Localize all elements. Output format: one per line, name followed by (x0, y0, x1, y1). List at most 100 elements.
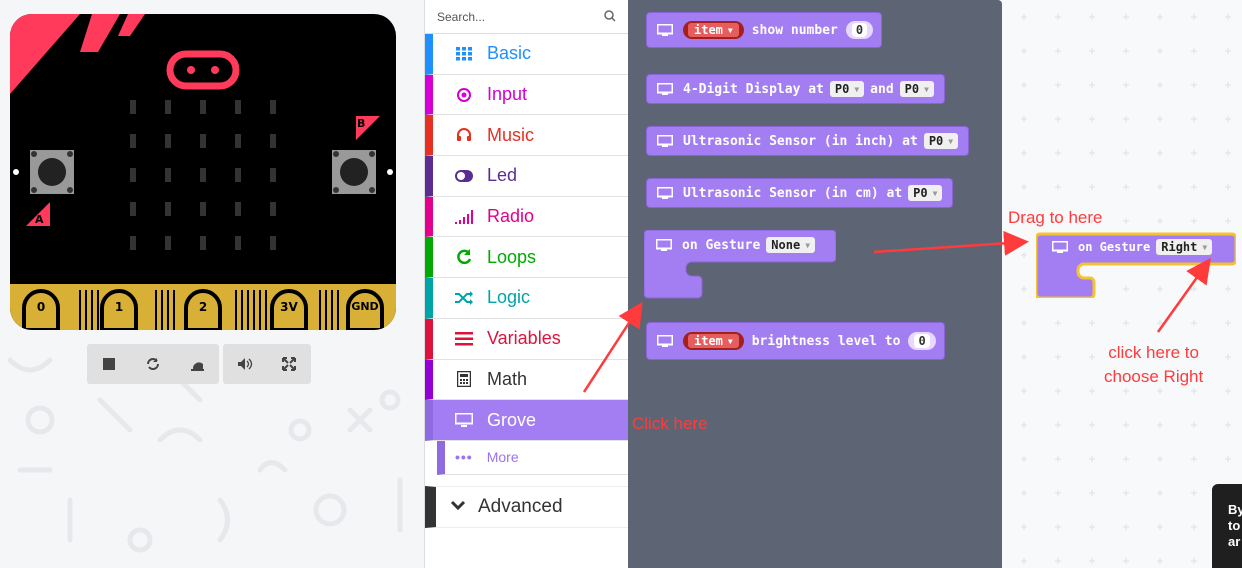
pin-label-gnd: GND (351, 300, 379, 313)
toolbox: Basic Input Music Led Radio Loops Logic (424, 0, 628, 568)
monitor-icon (657, 187, 673, 199)
category-logic[interactable]: Logic (425, 278, 628, 319)
expand-icon[interactable] (267, 344, 311, 384)
number-input-wrap: 0 (908, 332, 936, 350)
category-more[interactable]: ••• More (437, 440, 628, 475)
number-input[interactable]: 0 (851, 23, 868, 37)
category-radio[interactable]: Radio (425, 196, 628, 238)
lines-icon (453, 331, 475, 346)
pin-dropdown[interactable]: P0 ▼ (908, 185, 943, 201)
headphones-icon (453, 127, 475, 143)
annotation-click-here: Click here (632, 414, 708, 433)
gesture-dropdown[interactable]: None ▼ (766, 237, 816, 253)
category-math[interactable]: Math (425, 359, 628, 401)
category-label: Math (487, 368, 528, 389)
monitor-icon (656, 239, 672, 251)
gesture-dropdown-right[interactable]: Right ▼ (1156, 239, 1213, 255)
simulator-view-controls (223, 344, 311, 384)
item-variable[interactable]: item ▼ (683, 332, 744, 350)
shuffle-icon (453, 290, 475, 305)
number-input[interactable]: 0 (914, 334, 930, 348)
block-text: on Gesture (1078, 240, 1151, 254)
category-label: Led (487, 165, 518, 186)
target-icon (453, 87, 475, 103)
ellipsis-icon: ••• (455, 449, 473, 466)
category-loops[interactable]: Loops (425, 237, 628, 279)
category-label: Variables (487, 328, 561, 349)
pin-dropdown[interactable]: P0 ▼ (923, 133, 959, 149)
category-variables[interactable]: Variables (425, 318, 628, 360)
speaker-icon[interactable] (223, 344, 267, 384)
button-a-label: A (35, 213, 44, 226)
annotation-choose-right: click here to choose Right (1104, 343, 1204, 386)
loop-icon (453, 249, 475, 265)
category-advanced[interactable]: Advanced (425, 486, 628, 528)
block-show-number[interactable]: item ▼ show number 0 (646, 12, 883, 48)
number-input-wrap: 0 (845, 21, 874, 39)
signal-icon (453, 209, 475, 224)
block-ultrasonic-cm[interactable]: Ultrasonic Sensor (in cm) at P0 ▼ (646, 178, 954, 208)
workspace-block-on-gesture[interactable]: on Gesture Right ▼ (1042, 234, 1222, 260)
monitor-icon (657, 335, 673, 347)
category-input[interactable]: Input (425, 74, 628, 116)
category-music[interactable]: Music (425, 115, 628, 157)
makecode-editor: 0 1 2 3V GND A B Basic (0, 0, 1242, 568)
block-4digit-display[interactable]: 4-Digit Display at P0 ▼ and P0 ▼ (646, 74, 945, 104)
stop-icon[interactable] (87, 344, 131, 384)
toolbox-search (425, 0, 628, 34)
category-label: Grove (487, 409, 537, 430)
item-variable[interactable]: item ▼ (683, 21, 744, 39)
block-text: 4-Digit Display at (683, 81, 824, 97)
restart-icon[interactable] (131, 344, 175, 384)
microbit-board[interactable]: 0 1 2 3V GND A B (10, 14, 396, 330)
block-flyout: item ▼ show number 0 4-Digit Display at P… (628, 0, 1002, 568)
button-b-label: B (357, 117, 366, 130)
simulator-controls (87, 344, 219, 384)
category-label: Radio (487, 206, 535, 227)
grid-icon (453, 46, 475, 61)
pin-label-3v: 3V (280, 300, 298, 314)
toggle-icon (453, 169, 475, 182)
block-on-gesture[interactable]: on Gesture None ▼ (646, 231, 825, 259)
pin-dropdown[interactable]: P0 ▼ (829, 81, 865, 97)
pin-label-1: 1 (114, 300, 124, 314)
more-label: More (486, 449, 519, 466)
category-label: Loops (487, 246, 537, 267)
block-text: on Gesture (682, 237, 761, 253)
block-text-and: and (870, 81, 894, 97)
calculator-icon (453, 371, 475, 388)
annotation-drag-to-here: Drag to here (1008, 208, 1103, 227)
pin-label-0: 0 (36, 300, 46, 314)
search-icon[interactable] (604, 10, 616, 22)
pin-label-2: 2 (198, 300, 208, 314)
snail-icon[interactable] (175, 344, 219, 384)
monitor-icon (453, 413, 475, 428)
block-ultrasonic-inch[interactable]: Ultrasonic Sensor (in inch) at P0 ▼ (646, 126, 970, 156)
pin-dropdown[interactable]: P0 ▼ (899, 81, 934, 97)
search-input[interactable] (425, 0, 595, 34)
item-dropdown[interactable]: item ▼ (688, 334, 739, 348)
category-basic[interactable]: Basic (425, 34, 628, 75)
category-label: Input (487, 84, 528, 105)
hint-popup[interactable]: By to ar (1212, 484, 1242, 568)
monitor-icon (657, 83, 673, 95)
monitor-icon (657, 24, 673, 36)
category-label: Basic (487, 43, 532, 64)
block-text: Ultrasonic Sensor (in cm) at (683, 185, 903, 201)
category-grove[interactable]: Grove (425, 400, 628, 441)
category-label: Music (487, 124, 535, 145)
category-led[interactable]: Led (425, 156, 628, 197)
monitor-icon (1052, 241, 1068, 253)
monitor-icon (657, 135, 673, 147)
block-text: brightness level to (751, 333, 901, 349)
item-dropdown[interactable]: item ▼ (688, 23, 739, 37)
category-label: Logic (487, 287, 531, 308)
block-brightness-level[interactable]: item ▼ brightness level to 0 (646, 322, 945, 360)
hint-text: By to ar (1228, 502, 1242, 549)
simulator-toolbar (87, 344, 311, 384)
block-text: show number (751, 22, 838, 38)
simulator-panel: 0 1 2 3V GND A B (0, 0, 424, 568)
chevron-down-icon (450, 498, 466, 516)
workspace[interactable]: on Gesture Right ▼ (1002, 0, 1242, 568)
advanced-label: Advanced (478, 496, 563, 517)
